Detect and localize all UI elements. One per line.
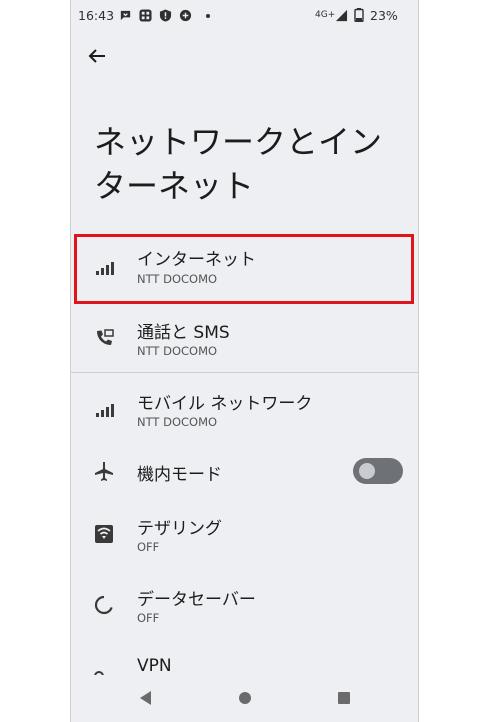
settings-item-subtitle: OFF — [137, 540, 160, 554]
settings-item-data-saver[interactable]: データセーバー OFF — [71, 584, 418, 644]
navigation-bar — [71, 675, 418, 722]
network-type: 4G+ — [315, 10, 336, 20]
hotspot-icon — [95, 525, 113, 543]
settings-item-title: VPN — [137, 656, 172, 676]
settings-item-mobile-network[interactable]: モバイル ネットワーク NTT DOCOMO — [71, 379, 418, 439]
toggle-knob — [359, 463, 375, 479]
shield-icon — [159, 9, 172, 22]
settings-item-title: 機内モード — [137, 465, 222, 485]
nav-home-icon[interactable] — [234, 687, 256, 709]
settings-item-title: モバイル ネットワーク — [137, 394, 313, 414]
highlight-frame — [74, 234, 414, 304]
airplane-mode-toggle[interactable] — [353, 458, 403, 484]
chat-icon — [120, 10, 131, 21]
back-arrow-icon[interactable] — [85, 44, 109, 68]
notification-dot — [206, 14, 210, 18]
settings-item-calls-sms[interactable]: 通話と SMS NTT DOCOMO — [71, 308, 418, 368]
status-time: 16:43 — [78, 8, 115, 23]
section-divider — [71, 372, 418, 373]
settings-item-title: テザリング — [137, 519, 222, 539]
data-saver-icon — [179, 9, 192, 22]
nav-recents-icon[interactable] — [333, 687, 355, 709]
settings-item-title: 通話と SMS — [137, 323, 230, 343]
settings-item-title: データセーバー — [137, 590, 256, 610]
settings-item-subtitle: NTT DOCOMO — [137, 415, 218, 429]
battery-icon — [354, 8, 364, 22]
page-title-line1: ネットワークとイン — [94, 123, 383, 161]
phone-screen: 16:43 4G+ 23% ネットワークとイン ターネット インターネット NT… — [70, 0, 419, 722]
battery-percent: 23% — [370, 8, 398, 23]
page-title: ネットワークとイン ターネット — [94, 120, 414, 208]
page-title-line2: ターネット — [94, 167, 255, 205]
signal-icon — [96, 404, 114, 417]
signal-icon — [335, 9, 348, 22]
nav-back-icon[interactable] — [135, 687, 157, 709]
settings-item-subtitle: NTT DOCOMO — [137, 344, 218, 358]
data-saver-icon — [94, 595, 114, 615]
settings-item-subtitle: OFF — [137, 611, 160, 625]
settings-item-tethering[interactable]: テザリング OFF — [71, 513, 418, 573]
app-icon — [139, 9, 152, 22]
call-sms-icon — [97, 329, 114, 345]
airplane-icon — [95, 462, 113, 481]
status-bar: 16:43 4G+ 23% — [71, 0, 418, 32]
